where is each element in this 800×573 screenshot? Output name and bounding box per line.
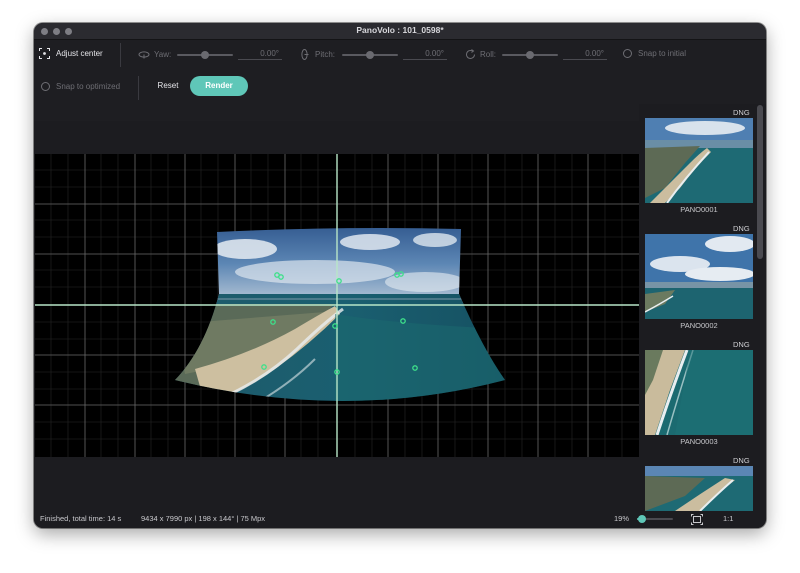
thumbnail-name: PANO0003 <box>680 437 718 446</box>
title-bar: PanoVolo : 101_0598* <box>34 23 766 40</box>
pitch-rotate-icon <box>301 49 309 60</box>
yaw-label: Yaw: <box>154 50 172 59</box>
toolbar-divider <box>120 43 121 67</box>
adjust-center-label: Adjust center <box>56 49 103 58</box>
yaw-value-field[interactable]: 0.00° <box>238 48 282 60</box>
render-button[interactable]: Render <box>190 76 248 96</box>
thumbnail-format-badge: DNG <box>733 456 750 465</box>
thumbnail-scrollbar[interactable] <box>757 105 763 259</box>
panorama-info: 9434 x 7990 px | 198 x 144° | 75 Mpx <box>141 514 266 523</box>
panorama-preview[interactable] <box>35 154 639 457</box>
window-title: PanoVolo : 101_0598* <box>356 25 444 35</box>
roll-value-field[interactable]: 0.00° <box>563 48 607 60</box>
snap-initial-label: Snap to initial <box>638 49 687 58</box>
pitch-label: Pitch: <box>315 50 336 59</box>
yaw-rotate-icon <box>138 51 150 59</box>
thumbnail-name: PANO0001 <box>680 205 718 214</box>
thumbnail-format-badge: DNG <box>733 340 750 349</box>
status-message: Finished, total time: 14 s <box>40 514 122 523</box>
app-window: PanoVolo : 101_0598* Adjust center Yaw: … <box>34 23 766 528</box>
status-bar: Finished, total time: 14 s 9434 x 7990 p… <box>34 511 766 528</box>
thumbnail-pano0002[interactable] <box>645 234 753 319</box>
panorama-viewport[interactable] <box>35 154 639 457</box>
stitched-panorama-image <box>175 228 505 401</box>
thumbnail-panel: DNG PANO0001 DNG PANO0002 DNG PANO0003 D… <box>639 104 766 511</box>
thumbnail-format-badge: DNG <box>733 224 750 233</box>
thumbnail-format-badge: DNG <box>733 108 750 117</box>
pitch-slider-knob[interactable] <box>366 51 374 59</box>
roll-label: Roll: <box>480 50 497 59</box>
crosshair-frame-icon <box>39 48 50 59</box>
toolbar-divider <box>138 76 139 100</box>
thumbnail-pano0001[interactable] <box>645 118 753 203</box>
thumbnail-pano0004[interactable] <box>645 466 753 511</box>
thumbnail-name: PANO0002 <box>680 321 718 330</box>
snap-optimized-radio[interactable] <box>41 82 50 91</box>
zoom-slider-knob[interactable] <box>638 515 647 523</box>
roll-rotate-icon <box>466 49 475 59</box>
pitch-value-field[interactable]: 0.00° <box>403 48 447 60</box>
fit-to-window-icon[interactable] <box>691 514 703 525</box>
zoom-slider[interactable] <box>637 515 673 523</box>
snap-optimized-label: Snap to optimized <box>56 82 121 91</box>
actual-size-button[interactable]: 1:1 <box>723 514 733 523</box>
preview-canvas[interactable] <box>34 121 639 511</box>
thumbnail-pano0003[interactable] <box>645 350 753 435</box>
yaw-slider-knob[interactable] <box>201 51 209 59</box>
snap-initial-radio[interactable] <box>623 49 632 58</box>
reset-button[interactable]: Reset <box>146 76 190 96</box>
zoom-percent: 19% <box>614 514 630 523</box>
roll-slider-knob[interactable] <box>526 51 534 59</box>
